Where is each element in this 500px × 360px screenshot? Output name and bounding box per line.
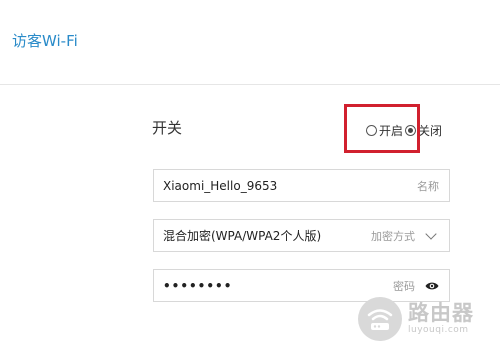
switch-label: 开关 [152, 119, 183, 137]
router-logo-icon [358, 297, 402, 341]
security-hint: 加密方式 [371, 229, 415, 243]
chevron-down-icon[interactable] [425, 227, 437, 240]
ssid-hint: 名称 [417, 179, 439, 193]
security-select[interactable]: 混合加密(WPA/WPA2个人版) 加密方式 [153, 219, 450, 252]
highlight-annotation-box [344, 104, 420, 153]
radio-off-label[interactable]: 关闭 [418, 122, 442, 139]
watermark-url: luyouqi.com [408, 325, 469, 336]
header-divider [0, 84, 500, 85]
watermark: 路由器 luyouqi.com [358, 297, 474, 341]
watermark-title: 路由器 [408, 301, 474, 326]
ssid-value[interactable]: Xiaomi_Hello_9653 [154, 179, 417, 193]
eye-icon[interactable] [425, 281, 439, 291]
ssid-field[interactable]: Xiaomi_Hello_9653 名称 [153, 169, 450, 202]
password-hint: 密码 [393, 279, 415, 293]
password-value[interactable]: •••••••• [154, 279, 393, 293]
security-value[interactable]: 混合加密(WPA/WPA2个人版) [154, 227, 371, 244]
page-title: 访客Wi-Fi [12, 32, 78, 50]
